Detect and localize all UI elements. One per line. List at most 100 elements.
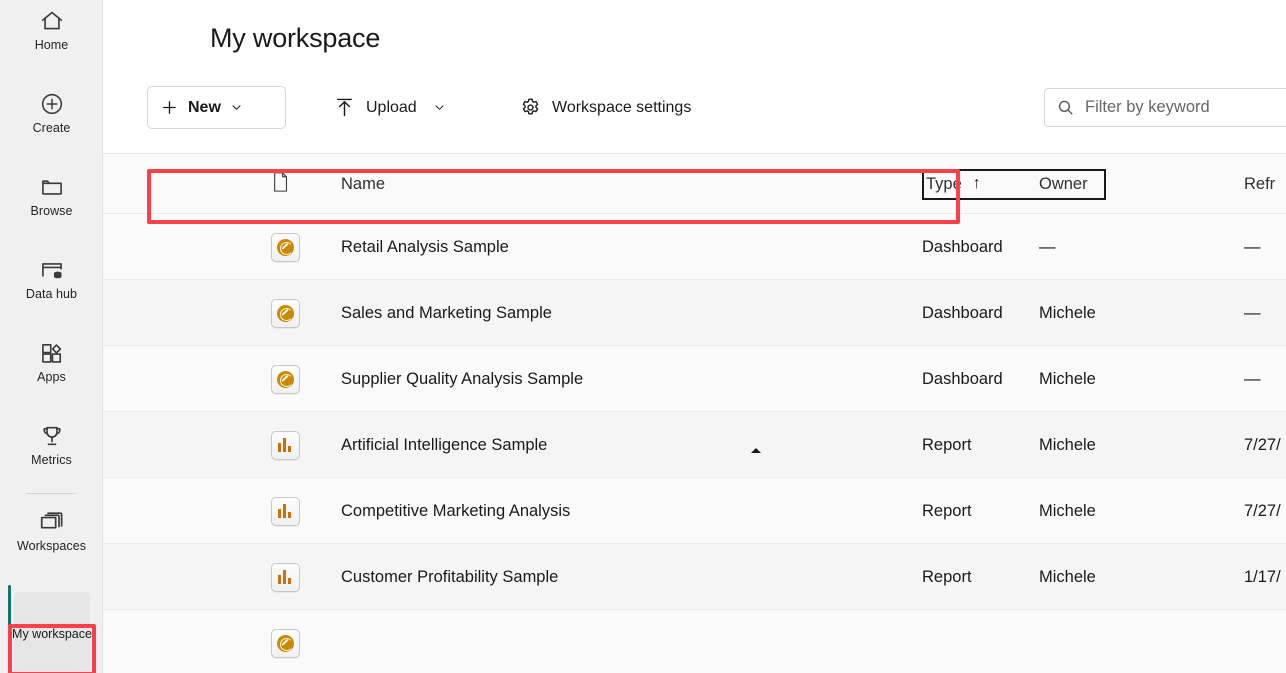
home-icon xyxy=(39,4,65,38)
column-header-refreshed-label: Refr xyxy=(1244,174,1276,193)
trophy-icon xyxy=(39,419,65,453)
workspace-settings-button[interactable]: Workspace settings xyxy=(515,86,695,129)
chevron-down-icon xyxy=(433,101,446,114)
row-type-icon xyxy=(271,478,300,544)
column-header-name[interactable]: Name xyxy=(341,154,385,214)
column-header-refreshed[interactable]: Refr xyxy=(1244,154,1275,214)
row-refreshed: 7/27/ xyxy=(1244,501,1281,520)
sidebar-item-label: Workspaces xyxy=(16,539,87,553)
table-row[interactable]: Supplier Quality Analysis Sample Dashboa… xyxy=(103,346,1286,412)
row-type-icon xyxy=(271,346,300,412)
table-row-partial[interactable] xyxy=(103,610,1286,673)
row-refreshed: — xyxy=(1244,369,1260,388)
sidebar-item-label: Metrics xyxy=(31,453,72,467)
dashboard-icon xyxy=(271,232,300,262)
row-owner: Michele xyxy=(1039,501,1096,520)
row-refreshed: — xyxy=(1244,237,1260,256)
upload-button[interactable]: Upload xyxy=(329,86,450,129)
folder-icon xyxy=(39,170,65,204)
sidebar-item-data-hub[interactable]: Data hub xyxy=(0,253,103,315)
row-type: Report xyxy=(922,567,972,586)
row-name[interactable]: Competitive Marketing Analysis xyxy=(341,478,570,544)
row-name[interactable]: Artificial Intelligence Sample xyxy=(341,412,547,478)
workspaces-icon xyxy=(38,505,65,539)
power-bi-workspace-page: Home Create Browse Data hub Apps Metrics… xyxy=(0,0,1286,673)
table-row[interactable]: Customer Profitability Sample Report Mic… xyxy=(103,544,1286,610)
plus-icon xyxy=(160,98,179,117)
new-button-label: New xyxy=(188,98,221,116)
row-type-icon xyxy=(271,412,300,478)
sidebar-item-apps[interactable]: Apps xyxy=(0,336,103,398)
row-refreshed: 1/17/ xyxy=(1244,567,1281,586)
upload-button-label: Upload xyxy=(366,98,417,116)
row-refreshed: — xyxy=(1244,303,1260,322)
left-nav-sidebar: Home Create Browse Data hub Apps Metrics… xyxy=(0,0,103,673)
column-header-icon[interactable] xyxy=(271,154,290,214)
row-type: Report xyxy=(922,435,972,454)
row-type: Dashboard xyxy=(922,237,1003,256)
filter-search-box[interactable] xyxy=(1044,88,1286,127)
upload-arrow-icon xyxy=(333,96,356,119)
workspace-settings-label: Workspace settings xyxy=(552,98,692,116)
dashboard-icon xyxy=(271,364,300,394)
command-bar: New Upload Workspace settings Filter by … xyxy=(103,84,1286,132)
column-resize-caret-icon[interactable] xyxy=(751,448,761,453)
column-header-owner-label: Owner xyxy=(1039,174,1088,193)
plus-circle-icon xyxy=(39,87,65,121)
row-type-icon xyxy=(271,280,300,346)
table-row[interactable]: Competitive Marketing Analysis Report Mi… xyxy=(103,478,1286,544)
report-icon xyxy=(271,562,300,592)
report-icon xyxy=(271,496,300,526)
report-icon xyxy=(271,430,300,460)
apps-icon xyxy=(39,336,65,370)
dashboard-icon xyxy=(271,628,300,658)
sidebar-divider xyxy=(26,493,76,494)
row-name[interactable]: Customer Profitability Sample xyxy=(341,544,558,610)
table-row[interactable]: Artificial Intelligence Sample Report Mi… xyxy=(103,412,1286,478)
sidebar-item-label: Apps xyxy=(37,370,66,384)
data-hub-icon xyxy=(39,253,65,287)
items-table: Name Type ↑ Owner Refr Retail Analysis S… xyxy=(103,154,1286,673)
row-name[interactable]: Supplier Quality Analysis Sample xyxy=(341,346,583,412)
row-type: Report xyxy=(922,501,972,520)
row-owner: — xyxy=(1039,237,1055,256)
column-header-name-label: Name xyxy=(341,174,386,193)
document-icon xyxy=(271,171,290,198)
table-header-row: Name Type ↑ Owner Refr xyxy=(103,154,1286,214)
chevron-down-icon xyxy=(230,101,243,114)
sidebar-item-label: Data hub xyxy=(25,287,78,301)
row-type: Dashboard xyxy=(922,303,1003,322)
row-refreshed: 7/27/ xyxy=(1244,435,1281,454)
sidebar-item-my-workspace-label: My workspace xyxy=(12,627,92,641)
sidebar-item-browse[interactable]: Browse xyxy=(0,170,103,232)
row-type-icon xyxy=(271,544,300,610)
table-row[interactable]: Sales and Marketing Sample Dashboard Mic… xyxy=(103,280,1286,346)
row-name[interactable]: Retail Analysis Sample xyxy=(341,214,509,280)
row-type: Dashboard xyxy=(922,369,1003,388)
row-type-icon xyxy=(271,610,300,673)
row-owner: Michele xyxy=(1039,435,1096,454)
row-owner: Michele xyxy=(1039,369,1096,388)
sidebar-item-home[interactable]: Home xyxy=(0,4,103,66)
sidebar-item-workspaces[interactable]: Workspaces xyxy=(0,505,103,567)
new-button[interactable]: New xyxy=(147,86,286,129)
row-owner: Michele xyxy=(1039,567,1096,586)
row-owner: Michele xyxy=(1039,303,1096,322)
sort-ascending-icon: ↑ xyxy=(972,175,981,192)
dashboard-icon xyxy=(271,298,300,328)
sidebar-item-label: Create xyxy=(32,121,71,135)
column-header-type-label: Type xyxy=(926,174,962,193)
sidebar-item-metrics[interactable]: Metrics xyxy=(0,419,103,481)
table-row[interactable]: Retail Analysis Sample Dashboard — — xyxy=(103,214,1286,280)
sidebar-item-label: Browse xyxy=(30,204,73,218)
row-name[interactable]: Sales and Marketing Sample xyxy=(341,280,552,346)
search-icon xyxy=(1056,98,1075,117)
sidebar-item-create[interactable]: Create xyxy=(0,87,103,149)
page-title: My workspace xyxy=(210,23,381,53)
row-type-icon xyxy=(271,214,300,280)
main-content: My workspace New Upload Workspace settin… xyxy=(103,0,1286,673)
column-header-owner[interactable]: Owner xyxy=(1039,154,1088,214)
gear-icon xyxy=(519,96,542,119)
sidebar-item-label: Home xyxy=(34,38,69,52)
search-input[interactable] xyxy=(1085,98,1286,117)
